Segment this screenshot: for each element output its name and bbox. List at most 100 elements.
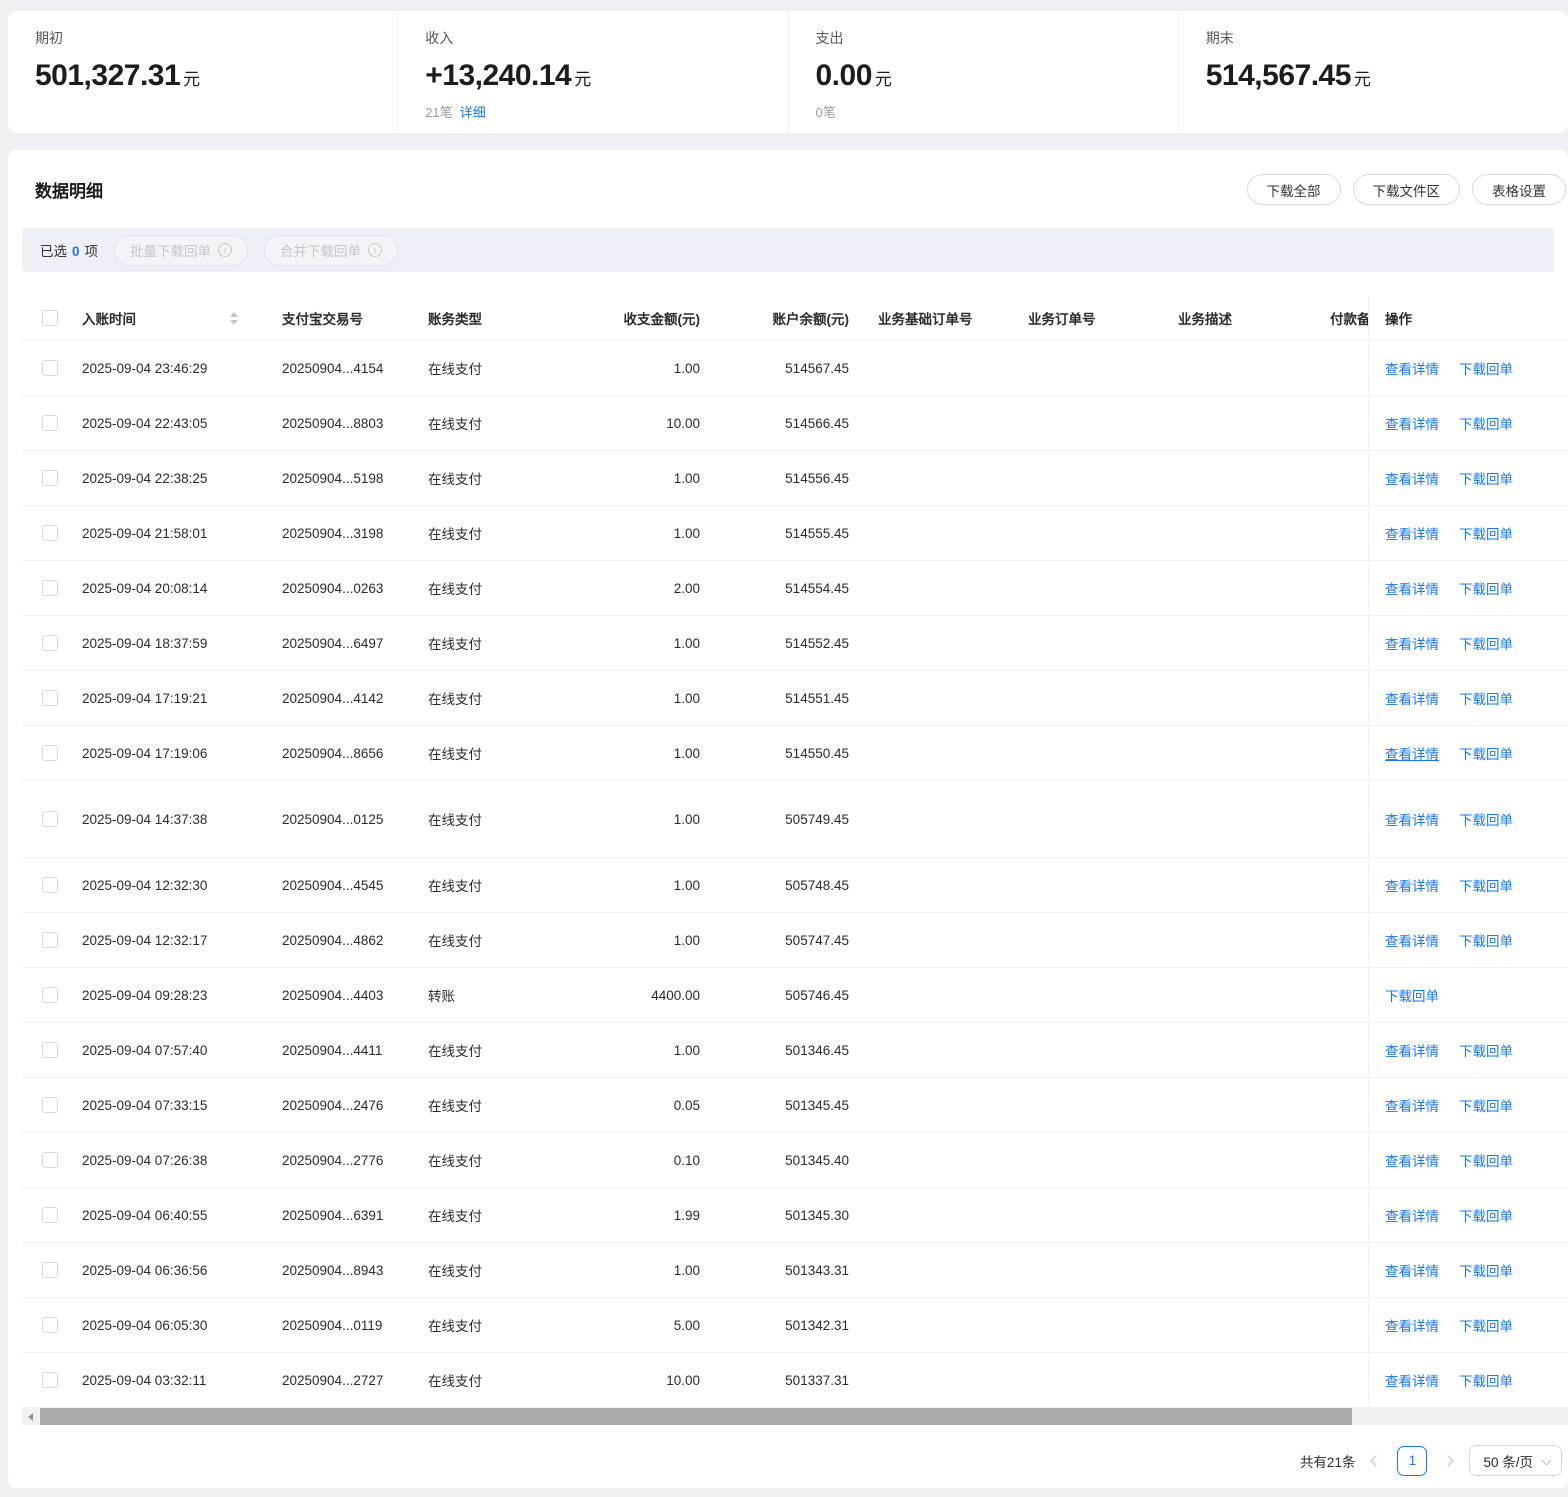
view-detail-link[interactable]: 查看详情 [1385, 809, 1439, 829]
cell-amount: 5.00 [673, 1317, 700, 1333]
row-checkbox[interactable] [42, 470, 58, 486]
cell-actions: 查看详情 下载回单 [1368, 781, 1568, 857]
panel-header: 数据明细 下载全部 下载文件区 表格设置 [8, 174, 1568, 205]
table-row: 2025-09-04 07:26:38 20250904...2776 在线支付… [22, 1133, 1568, 1188]
income-detail-link[interactable]: 详细 [460, 105, 486, 120]
summary-value: +13,240.14 元 [425, 59, 591, 92]
view-detail-link[interactable]: 查看详情 [1385, 358, 1439, 378]
download-receipt-link[interactable]: 下载回单 [1459, 743, 1513, 763]
header-entry-time: 入账时间 [82, 308, 254, 328]
next-page-icon[interactable] [1442, 1454, 1455, 1467]
cell-balance: 501345.30 [785, 1207, 849, 1223]
cell-entry-time: 2025-09-04 09:28:23 [82, 987, 208, 1003]
download-receipt-link[interactable]: 下载回单 [1459, 1205, 1513, 1225]
row-checkbox[interactable] [42, 932, 58, 948]
view-detail-link[interactable]: 查看详情 [1385, 1315, 1439, 1335]
info-icon: i [218, 243, 233, 257]
current-page-button[interactable]: 1 [1397, 1445, 1428, 1476]
view-detail-link[interactable]: 查看详情 [1385, 523, 1439, 543]
download-all-button[interactable]: 下载全部 [1246, 174, 1341, 205]
row-checkbox[interactable] [42, 1372, 58, 1388]
download-receipt-link[interactable]: 下载回单 [1459, 1260, 1513, 1280]
row-checkbox[interactable] [42, 580, 58, 596]
download-receipt-link[interactable]: 下载回单 [1459, 523, 1513, 543]
download-receipt-link[interactable]: 下载回单 [1459, 1150, 1513, 1170]
cell-transaction-no: 20250904...0119 [282, 1317, 383, 1333]
view-detail-link[interactable]: 查看详情 [1385, 633, 1439, 653]
expense-count: 0笔 [815, 105, 836, 120]
download-receipt-link[interactable]: 下载回单 [1459, 688, 1513, 708]
sort-icon[interactable] [230, 311, 238, 325]
row-checkbox[interactable] [42, 360, 58, 376]
download-receipt-link[interactable]: 下载回单 [1459, 875, 1513, 895]
batch-download-receipt-button[interactable]: 批量下载回单 i [114, 234, 249, 266]
select-all-checkbox[interactable] [42, 310, 58, 326]
prev-page-icon[interactable] [1370, 1454, 1383, 1467]
row-checkbox[interactable] [42, 635, 58, 651]
row-checkbox[interactable] [42, 811, 58, 827]
cell-amount: 1.00 [673, 470, 700, 486]
download-receipt-link[interactable]: 下载回单 [1459, 413, 1513, 433]
cell-account-type: 在线支付 [428, 472, 482, 487]
view-detail-link[interactable]: 查看详情 [1385, 1040, 1439, 1060]
row-checkbox[interactable] [42, 1317, 58, 1333]
download-receipt-link[interactable]: 下载回单 [1459, 468, 1513, 488]
view-detail-link[interactable]: 查看详情 [1385, 1095, 1439, 1115]
row-checkbox[interactable] [42, 525, 58, 541]
view-detail-link[interactable]: 查看详情 [1385, 413, 1439, 433]
view-detail-link[interactable]: 查看详情 [1385, 1370, 1439, 1390]
download-receipt-link[interactable]: 下载回单 [1459, 809, 1513, 829]
download-receipt-link[interactable]: 下载回单 [1459, 930, 1513, 950]
cell-transaction-no: 20250904...8656 [282, 745, 384, 761]
row-checkbox[interactable] [42, 1152, 58, 1168]
page-size-select[interactable]: 50 条/页 [1469, 1445, 1562, 1476]
row-checkbox[interactable] [42, 1097, 58, 1113]
cell-account-type: 在线支付 [428, 1154, 482, 1169]
cell-balance: 501342.31 [785, 1317, 849, 1333]
cell-account-type: 在线支付 [428, 1099, 482, 1114]
download-receipt-link[interactable]: 下载回单 [1459, 1040, 1513, 1060]
row-checkbox[interactable] [42, 987, 58, 1003]
view-detail-link[interactable]: 查看详情 [1385, 578, 1439, 598]
download-receipt-link[interactable]: 下载回单 [1459, 578, 1513, 598]
cell-transaction-no: 20250904...4411 [282, 1042, 383, 1058]
view-detail-link[interactable]: 查看详情 [1385, 875, 1439, 895]
header-order-no: 业务订单号 [1028, 312, 1096, 327]
row-checkbox[interactable] [42, 415, 58, 431]
download-receipt-link[interactable]: 下载回单 [1459, 358, 1513, 378]
view-detail-link[interactable]: 查看详情 [1385, 930, 1439, 950]
view-detail-link[interactable]: 查看详情 [1385, 468, 1439, 488]
download-receipt-link[interactable]: 下载回单 [1459, 1095, 1513, 1115]
view-detail-link[interactable]: 查看详情 [1385, 743, 1439, 763]
row-checkbox[interactable] [42, 1042, 58, 1058]
cell-entry-time: 2025-09-04 06:36:56 [82, 1262, 208, 1278]
view-detail-link[interactable]: 查看详情 [1385, 1205, 1439, 1225]
row-checkbox[interactable] [42, 877, 58, 893]
table-row: 2025-09-04 12:32:17 20250904...4862 在线支付… [22, 913, 1568, 968]
row-checkbox[interactable] [42, 1207, 58, 1223]
download-file-area-button[interactable]: 下载文件区 [1352, 174, 1460, 205]
merge-download-receipt-button[interactable]: 合并下载回单 i [264, 234, 399, 266]
row-checkbox[interactable] [42, 745, 58, 761]
cell-transaction-no: 20250904...2476 [282, 1097, 384, 1113]
cell-transaction-no: 20250904...4862 [282, 932, 384, 948]
row-checkbox[interactable] [42, 1262, 58, 1278]
cell-balance: 514552.45 [785, 635, 849, 651]
table-settings-button[interactable]: 表格设置 [1472, 174, 1566, 205]
download-receipt-link[interactable]: 下载回单 [1459, 1315, 1513, 1335]
scrollbar-thumb[interactable] [40, 1408, 1352, 1425]
info-icon: i [368, 243, 383, 257]
download-receipt-link[interactable]: 下载回单 [1459, 633, 1513, 653]
row-checkbox[interactable] [42, 690, 58, 706]
cell-amount: 2.00 [673, 580, 700, 596]
cell-account-type: 在线支付 [428, 1319, 482, 1334]
view-detail-link[interactable]: 查看详情 [1385, 688, 1439, 708]
view-detail-link[interactable]: 查看详情 [1385, 1150, 1439, 1170]
download-receipt-link[interactable]: 下载回单 [1385, 985, 1439, 1005]
scroll-left-arrow-icon[interactable] [22, 1408, 39, 1425]
view-detail-link[interactable]: 查看详情 [1385, 1260, 1439, 1280]
cell-transaction-no: 20250904...0125 [282, 811, 384, 827]
download-receipt-link[interactable]: 下载回单 [1459, 1370, 1513, 1390]
summary-value: 0.00 元 [815, 59, 892, 92]
horizontal-scrollbar[interactable] [22, 1408, 1568, 1425]
